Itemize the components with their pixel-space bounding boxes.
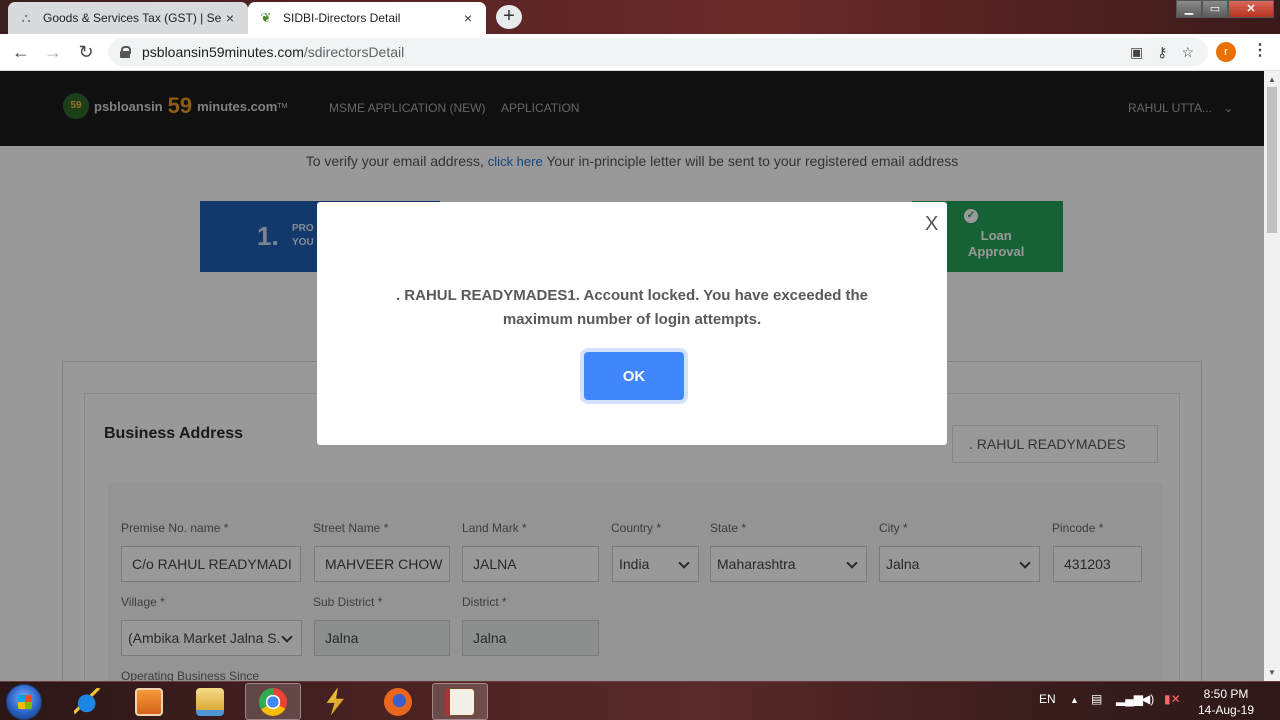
media-player-icon[interactable] xyxy=(121,683,177,720)
blocked-popup-icon[interactable]: ▣ xyxy=(1130,44,1143,61)
ok-button[interactable]: OK xyxy=(584,352,684,400)
scroll-thumb[interactable] xyxy=(1267,87,1277,233)
scroll-down-icon[interactable]: ▼ xyxy=(1268,668,1276,677)
url-path: /sdirectorsDetail xyxy=(303,44,405,60)
scroll-up-icon[interactable]: ▲ xyxy=(1268,75,1276,84)
sidbi-favicon-icon: ❦ xyxy=(260,10,272,25)
new-tab-button[interactable]: + xyxy=(496,5,522,29)
key-icon[interactable]: ⚷ xyxy=(1157,44,1167,61)
tally-erp-icon[interactable] xyxy=(432,683,488,720)
page-scrollbar[interactable]: ▲ ▼ xyxy=(1264,71,1280,681)
network-icon[interactable]: ▂▄▆ xyxy=(1116,692,1143,706)
dialog-message: . RAHUL READYMADES1. Account locked. You… xyxy=(395,287,869,328)
forward-arrow-icon[interactable]: → xyxy=(42,42,64,64)
tab-strip: ⛬ Goods & Services Tax (GST) | Ser × ❦ S… xyxy=(0,0,1280,34)
page-viewport: 59 psbloansin 59 minutes.com TM MSME APP… xyxy=(0,71,1264,681)
ie-icon[interactable] xyxy=(60,683,116,720)
reload-icon[interactable]: ↻ xyxy=(75,42,97,64)
windows-taskbar: EN ▲ ▤ ▂▄▆ ◀) ▮✕ 8:50 PM 14-Aug-19 xyxy=(0,681,1280,720)
tab-close-icon[interactable]: × xyxy=(460,10,476,26)
url-host: psbloansin59minutes.com xyxy=(142,44,304,60)
minimize-button[interactable]: ▁ xyxy=(1176,0,1202,18)
gst-favicon-icon: ⛬ xyxy=(21,10,31,25)
star-icon[interactable]: ☆ xyxy=(1181,44,1194,61)
tab-gst[interactable]: ⛬ Goods & Services Tax (GST) | Ser × xyxy=(8,2,248,34)
tray-expand-icon[interactable]: ▲ xyxy=(1070,695,1079,705)
kebab-menu-icon[interactable]: ⋮ xyxy=(1252,42,1268,60)
language-indicator[interactable]: EN xyxy=(1039,692,1056,706)
start-button[interactable] xyxy=(6,684,42,720)
file-explorer-icon[interactable] xyxy=(182,683,238,720)
close-window-button[interactable]: ✕ xyxy=(1228,0,1274,18)
firefox-icon[interactable] xyxy=(370,683,426,720)
clock-date: 14-Aug-19 xyxy=(1197,703,1255,717)
profile-avatar[interactable]: r xyxy=(1216,42,1236,62)
close-icon[interactable]: X xyxy=(925,213,938,236)
tab-close-icon[interactable]: × xyxy=(222,10,238,26)
address-bar[interactable]: psbloansin59minutes.com/sdirectorsDetail… xyxy=(108,38,1208,66)
maximize-button[interactable]: ▭ xyxy=(1202,0,1228,18)
lock-icon xyxy=(120,46,131,58)
power-warning-icon[interactable]: ▮✕ xyxy=(1164,692,1181,706)
tab-title: SIDBI-Directors Detail xyxy=(283,11,401,25)
window-controls: ▁ ▭ ✕ xyxy=(1176,0,1274,18)
volume-icon[interactable]: ◀) xyxy=(1141,692,1154,706)
action-center-icon[interactable]: ▤ xyxy=(1091,692,1102,706)
account-locked-dialog: X . RAHUL READYMADES1. Account locked. Y… xyxy=(317,202,947,445)
browser-toolbar: ← → ↻ psbloansin59minutes.com/sdirectors… xyxy=(0,34,1280,71)
clock-time: 8:50 PM xyxy=(1203,687,1249,701)
tab-sidbi-directors[interactable]: ❦ SIDBI-Directors Detail × xyxy=(248,2,486,34)
back-arrow-icon[interactable]: ← xyxy=(10,42,32,64)
system-clock[interactable]: 8:50 PM 14-Aug-19 xyxy=(1194,686,1258,718)
tab-title: Goods & Services Tax (GST) | Ser xyxy=(43,11,222,25)
winamp-icon[interactable] xyxy=(307,683,363,720)
chrome-icon[interactable] xyxy=(245,683,301,720)
